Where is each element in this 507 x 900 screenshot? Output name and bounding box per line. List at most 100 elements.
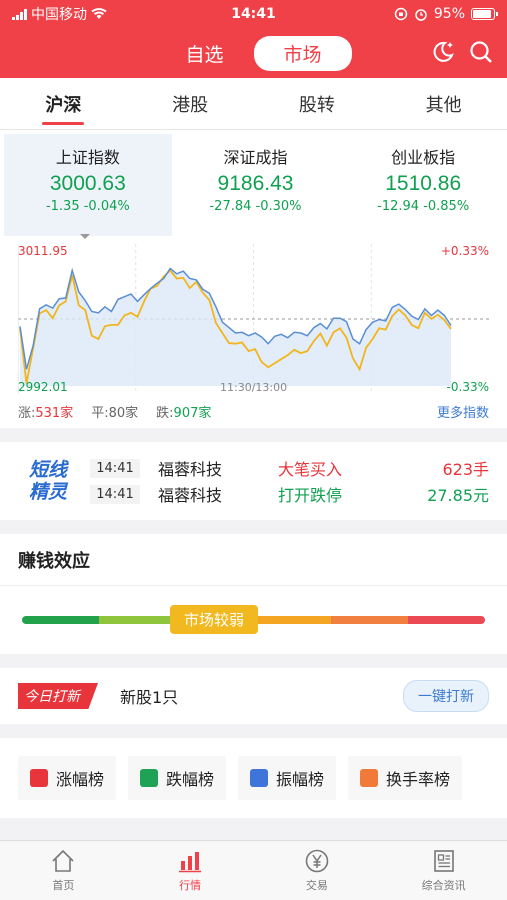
sprite-value: 623手 (442, 460, 489, 479)
market-chart-icon (179, 852, 202, 873)
header: 自选 市场 (0, 28, 507, 78)
sprite-time: 14:41 (90, 458, 140, 478)
chart-high-pct: +0.33% (440, 244, 489, 258)
sprite-row[interactable]: 14:41 福蓉科技 大笔买入 623手 (90, 455, 489, 481)
rank-turnover-button[interactable]: 换手率榜 (348, 756, 463, 800)
rank-amplitude-button[interactable]: 振幅榜 (238, 756, 337, 800)
intraday-chart[interactable]: 3011.95 2992.01 +0.33% -0.33% 11:30/13:0… (18, 244, 489, 394)
gauge-segment (253, 616, 331, 624)
status-bar: 中国移动 14:41 95% (0, 0, 507, 28)
ipo-count: 新股1只 (120, 688, 179, 707)
wifi-icon (91, 8, 107, 19)
battery-icon (471, 8, 498, 20)
index-card-sse[interactable]: 上证指数 3000.63 -1.35 -0.04% (4, 134, 172, 239)
rank-label: 跌幅榜 (166, 770, 215, 789)
tab-label: 首页 (52, 879, 75, 892)
tab-label: 交易 (305, 879, 328, 892)
index-value: 9186.43 (217, 172, 294, 195)
down-count: 907家 (173, 405, 212, 421)
gauge-segment (330, 616, 408, 624)
rank-fall-button[interactable]: 跌幅榜 (128, 756, 227, 800)
subtab-shanghai-shenzhen[interactable]: 沪深 (0, 78, 127, 129)
market-breadth: 涨:531家 平:80家 跌:907家 更多指数 (0, 394, 507, 428)
index-card-szse[interactable]: 深证成指 9186.43 -27.84 -0.30% (172, 134, 340, 236)
alarm-icon (415, 9, 427, 21)
ipo-section[interactable]: 今日打新 新股1只 一键打新 (0, 668, 507, 724)
sprite-stock: 福蓉科技 (158, 460, 223, 479)
tab-label: 行情 (179, 879, 202, 892)
market-subtabs: 沪深 港股 股转 其他 (0, 78, 507, 130)
flat-label: 平: (91, 405, 109, 421)
index-value: 3000.63 (49, 172, 126, 195)
sprite-logo: 短线 精灵 (18, 459, 78, 503)
signal-icon (12, 8, 27, 20)
index-panel: 上证指数 3000.63 -1.35 -0.04% 深证成指 9186.43 -… (0, 130, 507, 428)
carrier: 中国移动 (31, 7, 87, 23)
down-label: 跌: (156, 405, 174, 421)
rank-shortcuts: 涨幅榜 跌幅榜 振幅榜 换手率榜 (0, 738, 507, 818)
money-effect-section: 赚钱效应 市场较弱 (0, 534, 507, 654)
gauge-segment (22, 616, 100, 624)
index-name: 深证成指 (223, 148, 288, 167)
lock-rotation-icon (394, 7, 408, 21)
subtab-hongkong[interactable]: 港股 (127, 78, 254, 129)
gauge-badge: 市场较弱 (170, 605, 259, 634)
sprite-time: 14:41 (90, 484, 140, 504)
fall-chart-icon (140, 769, 159, 787)
intraday-chart-svg (18, 244, 489, 394)
index-name: 创业板指 (391, 148, 456, 167)
news-icon (433, 850, 454, 872)
tab-home[interactable]: 首页 (0, 841, 127, 900)
rise-chart-icon (30, 769, 48, 787)
down-count-group: 跌:907家 (156, 402, 211, 421)
sprite-logo-line1: 短线 (28, 459, 67, 481)
top-bar: 中国移动 14:41 95% 自选 市场 (0, 0, 507, 78)
tab-news[interactable]: 综合资讯 (380, 841, 507, 900)
yen-icon (305, 849, 329, 873)
home-icon (52, 849, 74, 872)
one-click-ipo-button[interactable]: 一键打新 (403, 680, 489, 712)
bottom-tabbar: 首页 行情 交易 综合资讯 (0, 840, 507, 900)
night-mode-icon[interactable] (431, 40, 455, 64)
battery-percent: 95% (433, 6, 465, 22)
tab-label: 综合资讯 (421, 879, 466, 892)
tab-market[interactable]: 市场 (253, 35, 352, 71)
sprite-action: 打开跌停 (278, 486, 343, 505)
gauge-segment (99, 616, 177, 624)
ipo-tag: 今日打新 (18, 683, 98, 709)
up-count-group: 涨:531家 (18, 402, 73, 421)
more-indices-link[interactable]: 更多指数 (437, 402, 489, 421)
rank-label: 振幅榜 (276, 770, 325, 789)
flat-count: 80家 (108, 405, 139, 421)
flat-count-group: 平:80家 (91, 402, 138, 421)
sprite-action: 大笔买入 (278, 460, 343, 479)
index-change: -27.84 -0.30% (209, 199, 302, 214)
chart-time-mid: 11:30/13:00 (220, 381, 288, 394)
sprite-stock: 福蓉科技 (158, 486, 223, 505)
tab-quotes[interactable]: 行情 (127, 841, 254, 900)
money-effect-title: 赚钱效应 (0, 534, 507, 586)
tab-trade[interactable]: 交易 (254, 841, 381, 900)
index-change: -1.35 -0.04% (45, 199, 130, 214)
sprite-logo-line2: 精灵 (28, 481, 67, 503)
index-name: 上证指数 (55, 148, 120, 167)
subtab-neeq[interactable]: 股转 (254, 78, 381, 129)
turnover-icon (360, 769, 379, 787)
amplitude-icon (250, 769, 269, 787)
subtab-other[interactable]: 其他 (380, 78, 507, 129)
chart-low-label: 2992.01 (18, 380, 68, 394)
up-count: 531家 (35, 405, 74, 421)
rank-rise-button[interactable]: 涨幅榜 (18, 756, 117, 800)
money-effect-gauge[interactable]: 市场较弱 (0, 586, 507, 654)
index-value: 1510.86 (385, 172, 462, 195)
index-change: -12.94 -0.85% (377, 199, 470, 214)
index-card-chinext[interactable]: 创业板指 1510.86 -12.94 -0.85% (339, 134, 507, 236)
chart-low-pct: -0.33% (446, 380, 489, 394)
rank-label: 换手率榜 (386, 770, 451, 789)
short-term-sprite[interactable]: 短线 精灵 14:41 福蓉科技 大笔买入 623手 14:41 福蓉科技 打开… (0, 442, 507, 520)
search-icon[interactable] (469, 40, 493, 64)
gauge-segment (407, 616, 485, 624)
up-label: 涨: (18, 405, 36, 421)
tab-watchlist[interactable]: 自选 (155, 36, 253, 71)
sprite-row[interactable]: 14:41 福蓉科技 打开跌停 27.85元 (90, 481, 489, 507)
